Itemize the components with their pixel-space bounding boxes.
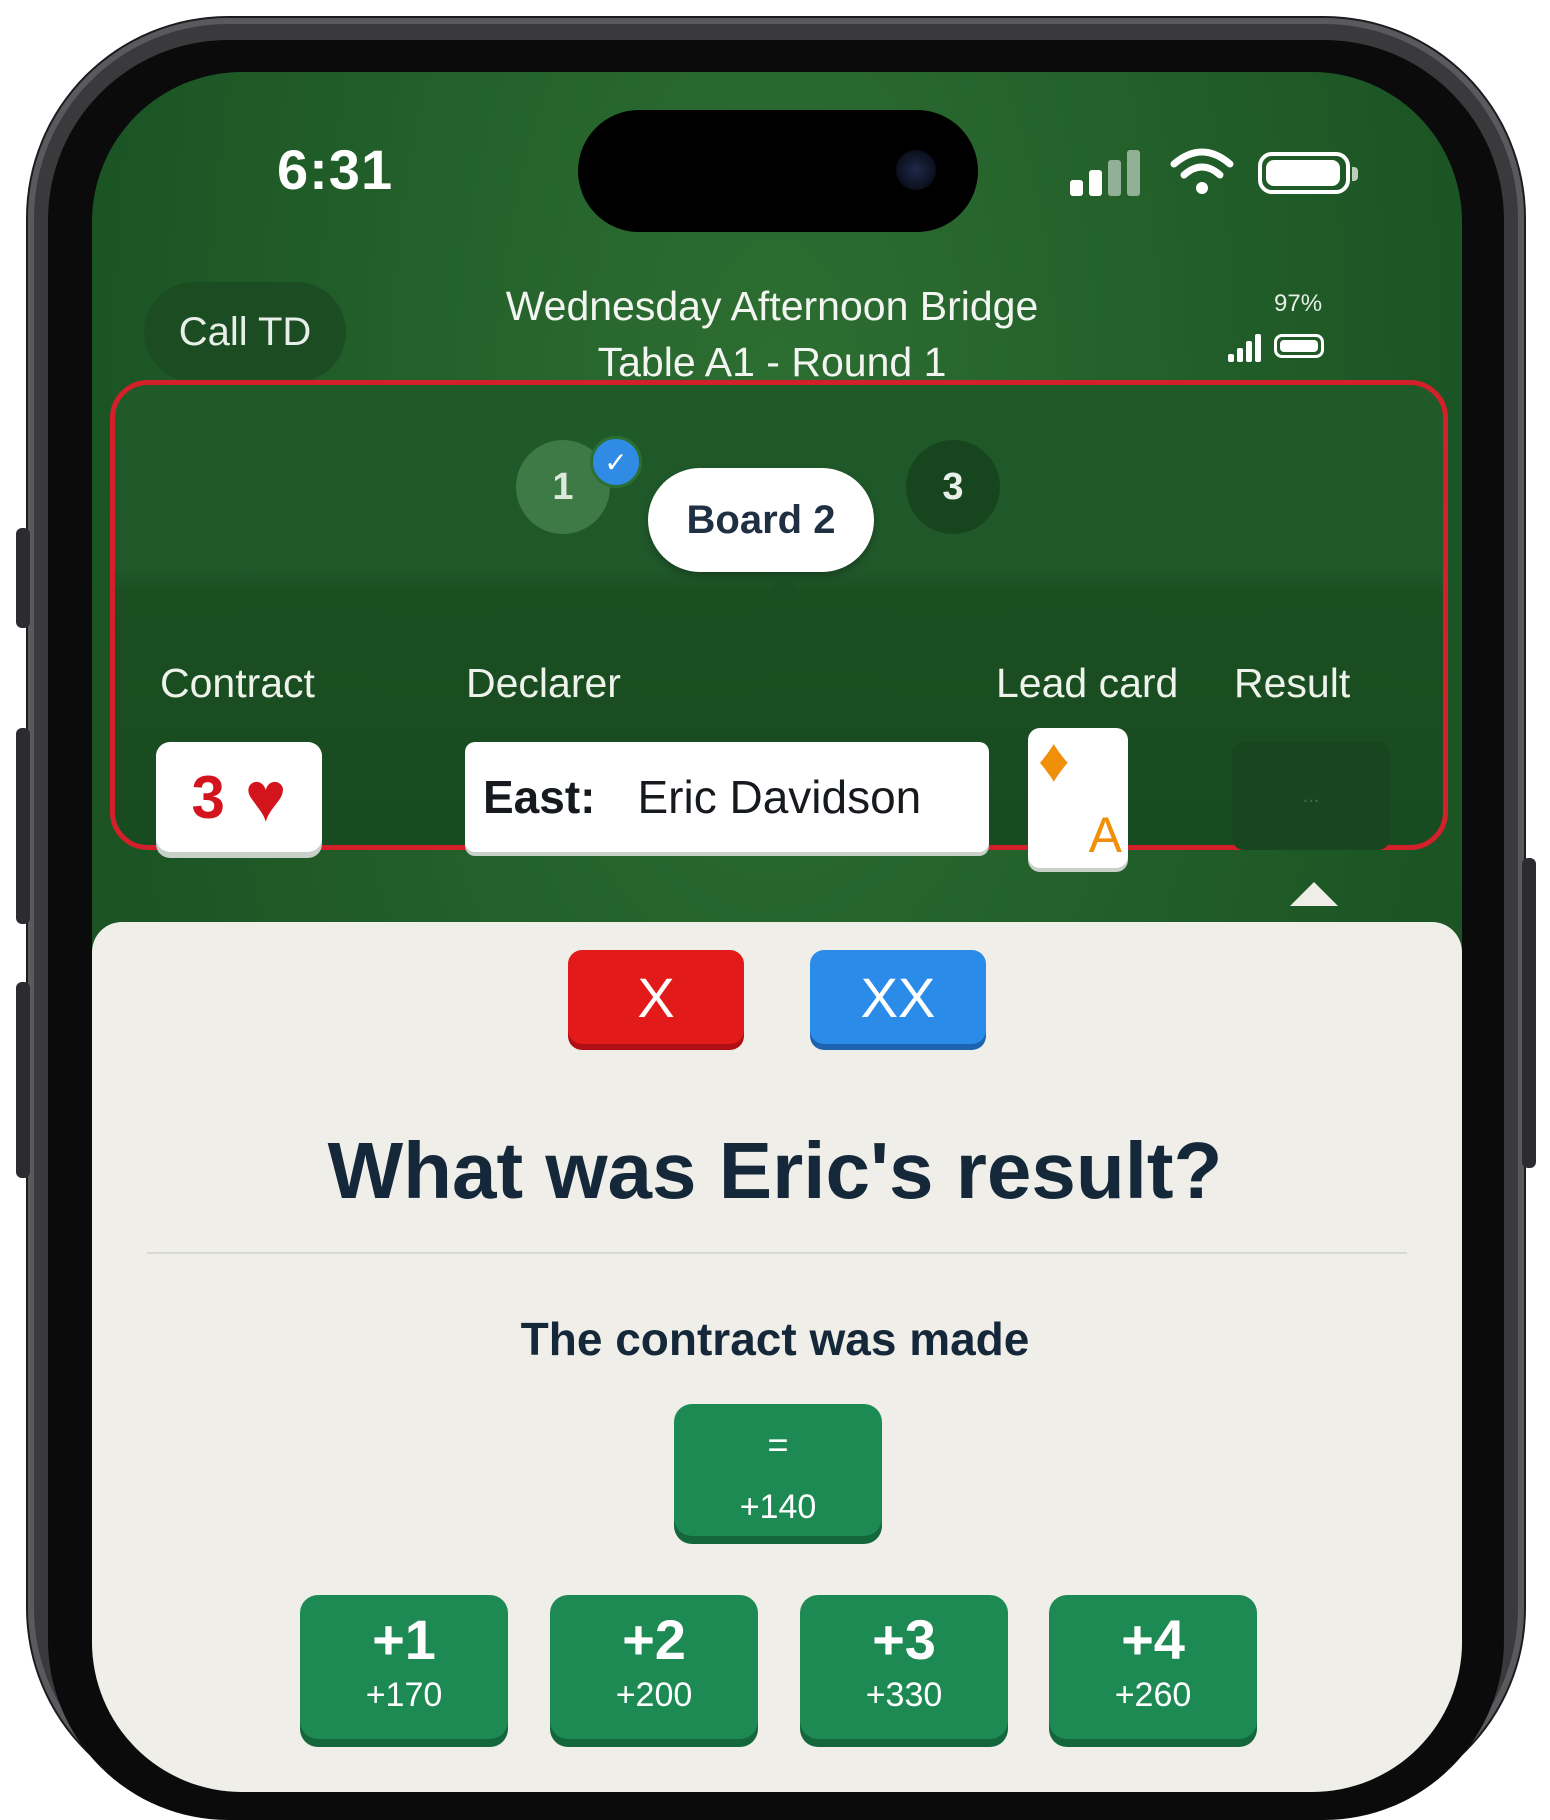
overtrick-score: +260 <box>1114 1676 1192 1714</box>
result-question: What was Eric's result? <box>327 1126 1223 1215</box>
result-field[interactable]: ... <box>1232 742 1390 850</box>
result-label: Result <box>1234 660 1351 706</box>
dynamic-island <box>578 110 978 232</box>
result-exact-label: = <box>767 1424 789 1465</box>
power-button <box>1522 858 1536 1168</box>
board-3-button[interactable]: 3 <box>906 440 1000 534</box>
checkmark-icon: ✓ <box>590 436 642 488</box>
result-plus2-button[interactable]: +2 +200 <box>550 1595 758 1739</box>
declarer-field[interactable]: East: Eric Davidson <box>465 742 989 852</box>
event-title: Wednesday Afternoon Bridge <box>505 283 1039 329</box>
redouble-button[interactable]: XX <box>810 950 986 1044</box>
board-pointer <box>764 574 804 596</box>
device-battery-icon <box>1274 334 1324 358</box>
result-exact-score: +140 <box>739 1488 817 1526</box>
device-signal-icon <box>1228 334 1264 362</box>
overtrick-score: +200 <box>615 1676 693 1714</box>
heart-suit-icon: ♥ <box>244 758 287 836</box>
diamond-suit-icon: ♦ <box>1038 726 1070 795</box>
battery-icon <box>1258 152 1358 194</box>
result-sheet-pointer <box>1290 882 1338 906</box>
contract-card[interactable]: 3 ♥ <box>156 742 322 852</box>
contract-label: Contract <box>160 660 315 706</box>
lead-card-rank: A <box>1088 807 1122 863</box>
declarer-direction: East: <box>483 771 596 823</box>
result-exact-button[interactable]: = +140 <box>674 1404 882 1536</box>
lead-card[interactable]: ♦ A <box>1028 728 1128 868</box>
volume-up-button <box>16 728 30 924</box>
declarer-label: Declarer <box>466 660 621 706</box>
device-battery-percent: 97% <box>1274 290 1323 317</box>
contract-made-label: The contract was made <box>520 1313 1030 1365</box>
result-plus1-button[interactable]: +1 +170 <box>300 1595 508 1739</box>
double-button[interactable]: X <box>568 950 744 1044</box>
board-2-current[interactable]: Board 2 <box>648 468 874 572</box>
front-camera <box>896 150 936 190</box>
result-plus4-button[interactable]: +4 +260 <box>1049 1595 1257 1739</box>
overtrick-label: +4 <box>1121 1608 1185 1671</box>
status-time: 6:31 <box>277 138 394 201</box>
overtrick-score: +170 <box>365 1676 443 1714</box>
overtrick-label: +3 <box>872 1608 936 1671</box>
lead-card-label: Lead card <box>996 660 1179 706</box>
divider <box>147 1252 1407 1254</box>
overtrick-label: +2 <box>622 1608 686 1671</box>
call-td-button[interactable]: Call TD <box>144 282 346 382</box>
wifi-icon <box>1170 148 1234 194</box>
action-button <box>16 528 30 628</box>
overtrick-score: +330 <box>865 1676 943 1714</box>
declarer-name: Eric Davidson <box>637 771 922 823</box>
cellular-signal-icon <box>1070 150 1142 196</box>
result-plus3-button[interactable]: +3 +330 <box>800 1595 1008 1739</box>
contract-level: 3 <box>191 763 225 831</box>
overtrick-label: +1 <box>372 1608 436 1671</box>
